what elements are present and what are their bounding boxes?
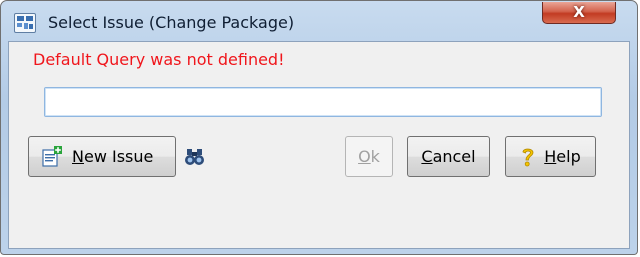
cancel-button[interactable]: Cancel <box>407 136 490 177</box>
binoculars-icon[interactable] <box>185 147 205 167</box>
ok-button[interactable]: Ok <box>345 136 393 177</box>
new-issue-button[interactable]: New Issue <box>28 136 176 177</box>
app-icon <box>14 13 36 33</box>
title-bar[interactable]: Select Issue (Change Package) X <box>1 1 637 41</box>
dialog-window: Select Issue (Change Package) X <box>0 0 638 255</box>
error-message: Default Query was not defined! <box>33 50 285 69</box>
close-icon[interactable]: X <box>573 3 585 21</box>
cancel-label: Cancel <box>421 147 476 166</box>
question-mark-icon <box>520 146 536 168</box>
close-button[interactable]: X <box>542 2 616 24</box>
new-document-icon <box>41 145 63 168</box>
new-issue-label: New Issue <box>72 147 154 166</box>
ok-label: Ok <box>358 147 380 166</box>
help-label: Help <box>544 147 581 166</box>
window-title: Select Issue (Change Package) <box>48 13 295 32</box>
help-button[interactable]: Help <box>505 136 596 177</box>
issue-query-input[interactable] <box>44 87 602 117</box>
